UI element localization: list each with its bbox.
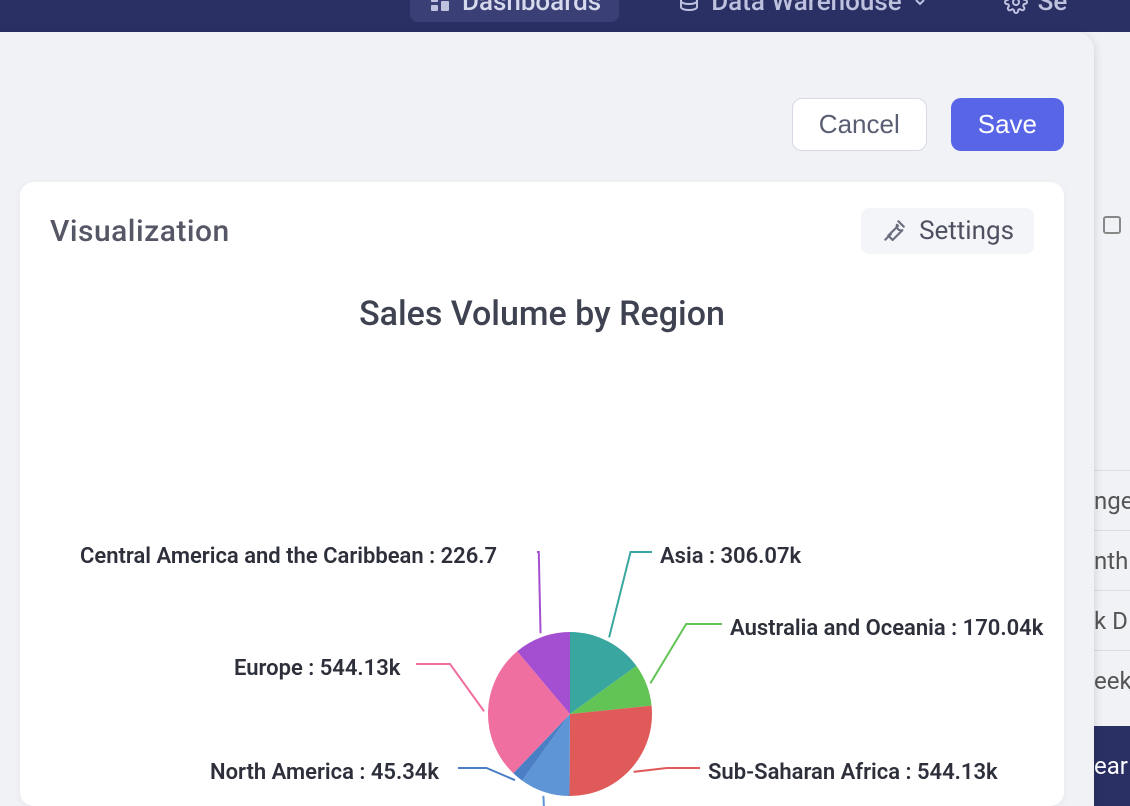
chevron-down-icon: [912, 0, 928, 17]
side-peek-text: k D: [1094, 590, 1130, 650]
nav-data-warehouse[interactable]: Data Warehouse: [659, 0, 945, 22]
nav-dashboards[interactable]: Dashboards: [410, 0, 619, 22]
card-header: Visualization Settings: [50, 208, 1034, 254]
pie-connector: [634, 768, 700, 772]
pie-connector: [537, 552, 541, 633]
save-button[interactable]: Save: [951, 98, 1064, 151]
side-peek-icon: [1094, 195, 1130, 255]
settings-button[interactable]: Settings: [861, 208, 1034, 254]
pie-slice-label: Europe : 544.13k: [234, 656, 400, 681]
side-peek-text: eek: [1094, 650, 1130, 710]
side-peek-text: nge: [1094, 470, 1130, 530]
dashboard-icon: [428, 0, 452, 14]
nav-data-warehouse-label: Data Warehouse: [711, 0, 901, 17]
database-icon: [677, 0, 701, 14]
pie-slice[interactable]: [569, 706, 652, 796]
visualization-card: Visualization Settings Sales Volume by R…: [20, 182, 1064, 806]
tools-icon: [881, 218, 907, 244]
pie-slice-label: Asia : 306.07k: [660, 544, 801, 569]
pie-slice-label: North America : 45.34k: [210, 760, 439, 785]
side-peek-text: ear: [1094, 726, 1130, 806]
side-peek-text: nth: [1094, 530, 1130, 590]
pie-slice-label: Australia and Oceania : 170.04k: [730, 616, 1043, 641]
pie-connector: [416, 664, 484, 711]
settings-button-label: Settings: [919, 216, 1014, 246]
nav-dashboards-label: Dashboards: [462, 0, 601, 17]
chart-title: Sales Volume by Region: [50, 294, 1034, 334]
pie-connector: [650, 624, 722, 683]
pie-slice-label: Central America and the Caribbean : 226.…: [80, 544, 497, 569]
nav-settings[interactable]: Se: [986, 0, 1086, 22]
pie-connector: [543, 796, 546, 806]
pie-slice-label: Sub-Saharan Africa : 544.13k: [708, 760, 998, 785]
cancel-button[interactable]: Cancel: [792, 98, 927, 151]
modal-actions: Cancel Save: [792, 98, 1064, 151]
pie-connector: [458, 768, 515, 780]
pie-chart: Asia : 306.07kAustralia and Oceania : 17…: [50, 344, 1034, 806]
gear-icon: [1004, 0, 1028, 14]
top-nav: Dashboards Data Warehouse Se: [0, 0, 1130, 32]
card-section-title: Visualization: [50, 214, 230, 249]
pie-connector: [609, 552, 652, 637]
nav-settings-label: Se: [1038, 0, 1068, 17]
modal-panel: Cancel Save Visualization Settings Sales…: [0, 32, 1094, 806]
